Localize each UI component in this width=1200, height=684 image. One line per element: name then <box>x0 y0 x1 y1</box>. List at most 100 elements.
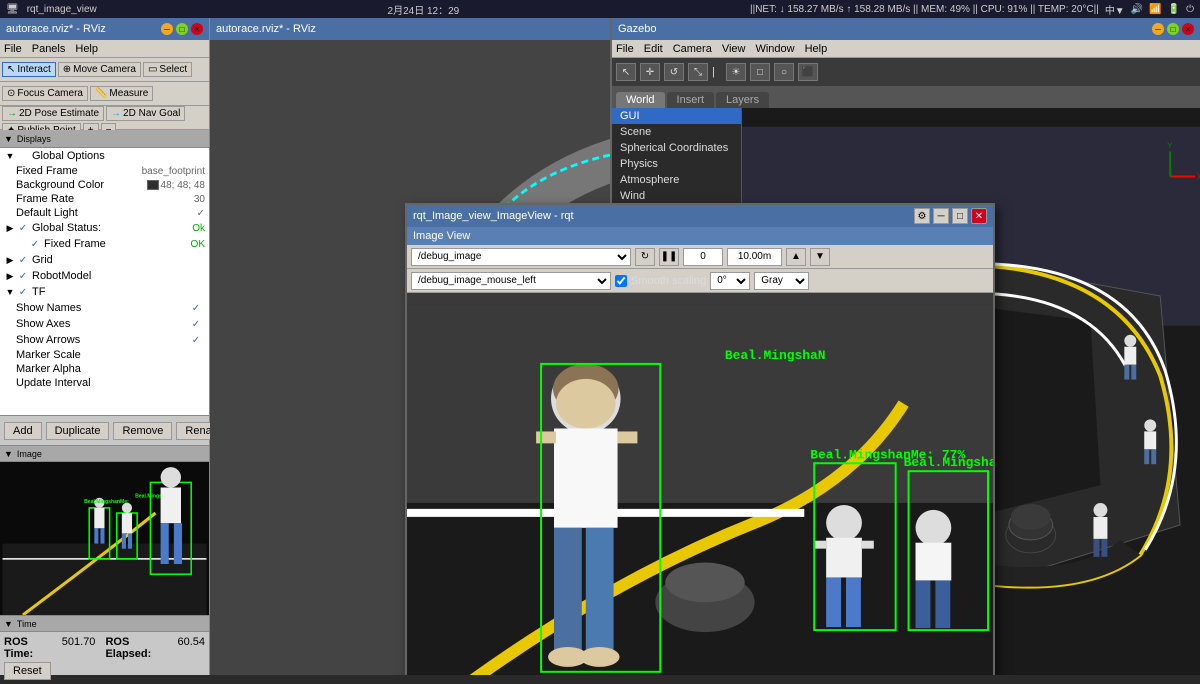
svg-text:Beal.MingshanMe: 54%: Beal.MingshanMe: 54% <box>904 455 993 470</box>
show-arrows-label: Show Arrows <box>16 334 189 346</box>
tree-marker-scale[interactable]: Marker Scale <box>12 348 209 362</box>
gaz-menu-window[interactable]: Window <box>755 43 794 55</box>
tab-layers[interactable]: Layers <box>716 92 769 108</box>
move-camera-button[interactable]: ⊕ Move Camera <box>58 62 141 77</box>
gaz-box-tool[interactable]: □ <box>750 63 770 81</box>
show-names-label: Show Names <box>16 302 189 314</box>
rviz-minimize-button[interactable]: ─ <box>161 23 173 35</box>
zoom-out-button[interactable]: ▼ <box>810 248 830 266</box>
gaz-rotate-tool[interactable]: ↺ <box>664 63 684 81</box>
rotation-select[interactable]: 0° <box>710 272 750 290</box>
gaz-menu-camera[interactable]: Camera <box>673 43 712 55</box>
pose-estimate-button[interactable]: → 2D Pose Estimate <box>2 106 104 121</box>
gazebo-menubar: File Edit Camera View Window Help <box>612 40 1200 58</box>
bg-color-value: 48; 48; 48 <box>161 180 205 191</box>
add-display-button[interactable]: Add <box>4 422 42 440</box>
svg-text:Beal.MingshanMe:: Beal.MingshanMe: <box>84 499 129 505</box>
tree-global-options[interactable]: ▼ Global Options <box>0 148 209 164</box>
tree-marker-alpha[interactable]: Marker Alpha <box>12 362 209 376</box>
tree-update-interval[interactable]: Update Interval <box>12 376 209 390</box>
input-method[interactable]: 中▼ <box>1105 2 1125 17</box>
time-collapse-icon[interactable]: ▼ <box>4 619 13 629</box>
tree-robot-model[interactable]: ▶ ✓ RobotModel <box>0 268 209 284</box>
tree-show-axes[interactable]: Show Axes ✓ <box>12 316 209 332</box>
scale-input[interactable] <box>727 248 782 266</box>
menu-help[interactable]: Help <box>75 43 98 55</box>
rviz-toolbar3: → 2D Pose Estimate → 2D Nav Goal ✦ Publi… <box>0 106 209 130</box>
tab-insert[interactable]: Insert <box>667 92 715 108</box>
image-section-collapse-icon[interactable]: ▼ <box>4 449 13 459</box>
zoom-input[interactable] <box>683 248 723 266</box>
reset-button[interactable]: Reset <box>4 662 51 680</box>
mouse-topic-select[interactable]: /debug_image_mouse_left <box>411 272 611 290</box>
gaz-select-tool[interactable]: ↖ <box>616 63 636 81</box>
tab-world[interactable]: World <box>616 92 665 108</box>
popup-settings-button[interactable]: ⚙ <box>914 208 930 224</box>
gaz-menu-help[interactable]: Help <box>805 43 828 55</box>
gazebo-tabs: World Insert Layers <box>612 86 1200 108</box>
rviz-maximize-button[interactable]: □ <box>176 23 188 35</box>
sidebar-item-wind[interactable]: Wind <box>612 188 741 204</box>
popup-maximize-button[interactable]: □ <box>952 208 968 224</box>
popup-close-button[interactable]: ✕ <box>971 208 987 224</box>
tree-frame-rate[interactable]: Frame Rate 30 <box>12 192 209 206</box>
rviz-close-button[interactable]: ✕ <box>191 23 203 35</box>
tree-fixed-frame-ok[interactable]: ✓ Fixed Frame OK <box>12 236 209 252</box>
gaz-cylinder-tool[interactable]: ⬛ <box>798 63 818 81</box>
gazebo-close-button[interactable]: ✕ <box>1182 23 1194 35</box>
gaz-menu-edit[interactable]: Edit <box>644 43 663 55</box>
refresh-button[interactable]: ↻ <box>635 248 655 266</box>
menu-panels[interactable]: Panels <box>32 43 66 55</box>
gaz-scale-tool[interactable]: ⤡ <box>688 63 708 81</box>
default-light-label: Default Light <box>16 207 197 219</box>
tree-default-light[interactable]: Default Light ✓ <box>12 206 209 220</box>
network-icon[interactable]: 📶 <box>1149 4 1161 15</box>
svg-text:Beal.MingshaN: Beal.MingshaN <box>725 348 826 363</box>
tree-background-color[interactable]: Background Color 48; 48; 48 <box>12 178 209 192</box>
rviz-title: autorace.rviz* - RViz <box>6 23 106 35</box>
select-button[interactable]: ▭ Select <box>143 62 192 77</box>
gazebo-maximize-button[interactable]: □ <box>1167 23 1179 35</box>
tree-show-names[interactable]: Show Names ✓ <box>12 300 209 316</box>
gaz-menu-file[interactable]: File <box>616 43 634 55</box>
system-icon: 🖥 <box>6 4 19 15</box>
volume-icon[interactable]: 🔊 <box>1131 4 1143 15</box>
sidebar-item-gui[interactable]: GUI <box>612 108 741 124</box>
sidebar-item-spherical[interactable]: Spherical Coordinates <box>612 140 741 156</box>
focus-camera-button[interactable]: ⊙ Focus Camera <box>2 86 88 101</box>
duplicate-display-button[interactable]: Duplicate <box>46 422 110 440</box>
popup-minimize-button[interactable]: ─ <box>933 208 949 224</box>
tree-show-arrows[interactable]: Show Arrows ✓ <box>12 332 209 348</box>
menu-file[interactable]: File <box>4 43 22 55</box>
topic-select[interactable]: /debug_image <box>411 248 631 266</box>
gaz-menu-view[interactable]: View <box>722 43 746 55</box>
tree-global-status[interactable]: ▶ ✓ Global Status: Ok <box>0 220 209 236</box>
displays-tree[interactable]: ▼ Global Options Fixed Frame base_footpr… <box>0 148 209 415</box>
smooth-scaling-checkbox[interactable] <box>615 275 627 287</box>
battery-icon[interactable]: 🔋 <box>1168 4 1180 15</box>
sidebar-item-atmosphere[interactable]: Atmosphere <box>612 172 741 188</box>
tree-grid[interactable]: ▶ ✓ Grid <box>0 252 209 268</box>
measure-button[interactable]: 📏 Measure <box>90 86 153 101</box>
camera-move-icon: ⊕ <box>63 64 71 75</box>
displays-collapse-icon[interactable]: ▼ <box>4 134 13 144</box>
sidebar-item-scene[interactable]: Scene <box>612 124 741 140</box>
color-scheme-select[interactable]: Gray <box>754 272 809 290</box>
gaz-translate-tool[interactable]: ✛ <box>640 63 660 81</box>
tree-fixed-frame[interactable]: Fixed Frame base_footprint <box>12 164 209 178</box>
gaz-light-tool[interactable]: ☀ <box>726 63 746 81</box>
interact-button[interactable]: ↖ Interact <box>2 62 56 77</box>
power-icon[interactable]: ⏻ <box>1186 4 1194 15</box>
remove-display-button[interactable]: Remove <box>113 422 172 440</box>
nav-goal-button[interactable]: → 2D Nav Goal <box>106 106 185 121</box>
freeze-button[interactable]: ❚❚ <box>659 248 679 266</box>
sidebar-item-physics[interactable]: Physics <box>612 156 741 172</box>
check-icon: ✓ <box>28 237 42 251</box>
gazebo-minimize-button[interactable]: ─ <box>1152 23 1164 35</box>
image-section-header: ▼ Image <box>0 446 209 462</box>
tree-tf[interactable]: ▼ ✓ TF <box>0 284 209 300</box>
select-icon: ▭ <box>148 64 157 75</box>
zoom-in-button[interactable]: ▲ <box>786 248 806 266</box>
gaz-sphere-tool[interactable]: ○ <box>774 63 794 81</box>
popup-image-area[interactable]: Beal.MingshanMe: 77% Beal.MingshanMe: 54… <box>407 293 993 675</box>
